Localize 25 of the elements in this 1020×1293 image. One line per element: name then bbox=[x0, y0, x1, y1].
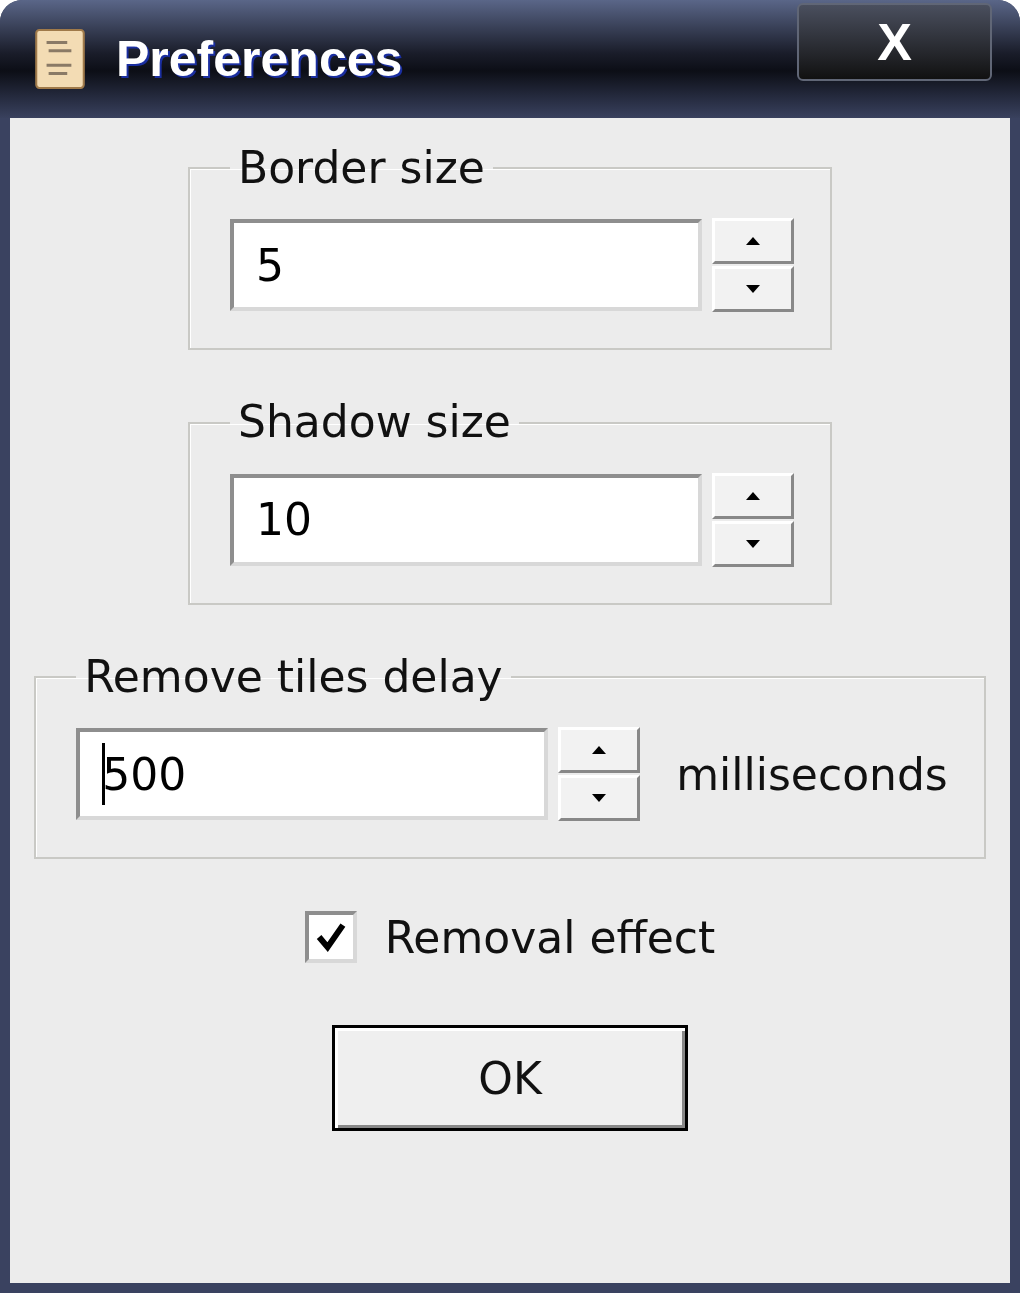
up-arrow-icon bbox=[745, 236, 761, 247]
number-field[interactable]: 500 bbox=[76, 728, 549, 821]
up-arrow-icon bbox=[745, 490, 761, 501]
up-arrow-icon bbox=[591, 745, 608, 756]
ok-button[interactable]: OK bbox=[332, 1025, 688, 1132]
number-field[interactable]: 10 bbox=[230, 473, 702, 566]
close-button[interactable]: X bbox=[797, 3, 992, 81]
checkbox[interactable] bbox=[304, 911, 357, 964]
group-label: Remove tiles delay bbox=[83, 652, 504, 702]
notepad-icon bbox=[34, 28, 86, 90]
spin-down-button[interactable] bbox=[558, 775, 641, 822]
spin-up-button[interactable] bbox=[712, 472, 794, 519]
checkbox-label: Removal effect bbox=[384, 911, 716, 963]
spin-up-button[interactable] bbox=[558, 727, 641, 774]
number-field[interactable]: 5 bbox=[230, 219, 702, 312]
down-arrow-icon bbox=[591, 793, 608, 804]
window-title: Preferences bbox=[116, 30, 404, 88]
group-label: Border size bbox=[237, 144, 486, 193]
group-label: Shadow size bbox=[237, 398, 512, 447]
spin-down-button[interactable] bbox=[712, 266, 794, 313]
unit-label: milliseconds bbox=[676, 748, 948, 800]
spin-up-button[interactable] bbox=[712, 218, 794, 265]
down-arrow-icon bbox=[745, 284, 761, 295]
spin-down-button[interactable] bbox=[712, 520, 794, 567]
down-arrow-icon bbox=[745, 538, 761, 549]
